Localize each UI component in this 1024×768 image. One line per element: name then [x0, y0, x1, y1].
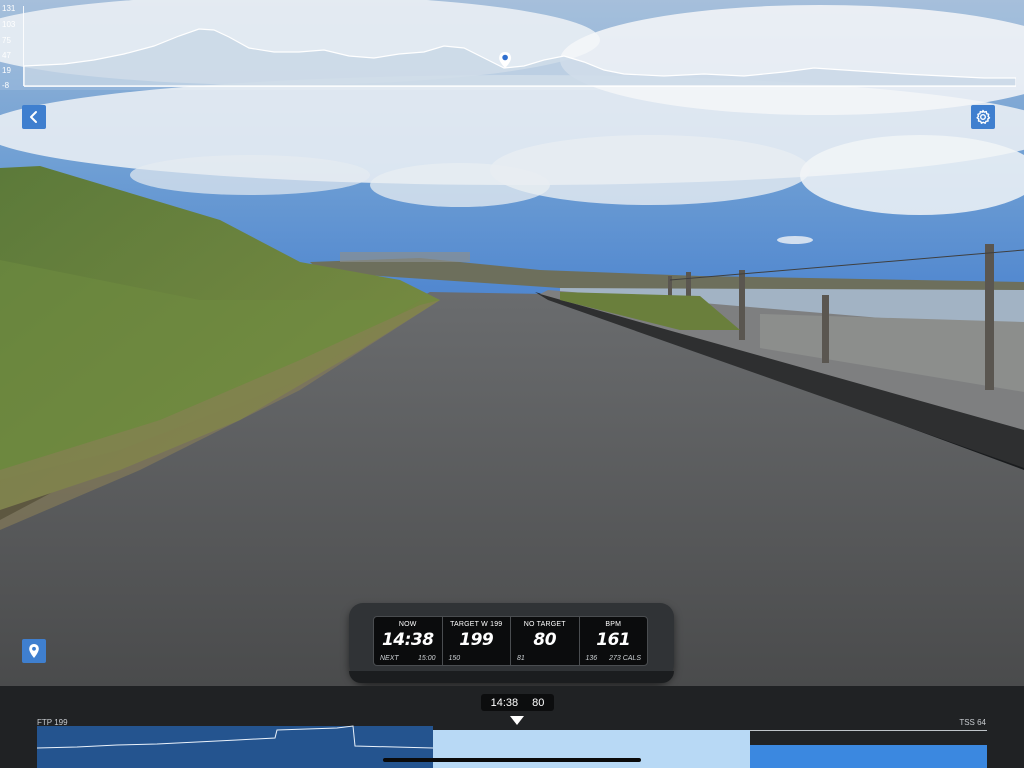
heart-rate-sub-value: 136 [585, 655, 598, 662]
hud-base [349, 671, 674, 683]
hud-screen: NOW 14:38 NEXT 15:00 TARGET W 199 199 15… [373, 616, 648, 666]
bike-computer-hud: NOW 14:38 NEXT 15:00 TARGET W 199 199 15… [349, 603, 674, 683]
gear-icon [976, 109, 991, 124]
elevation-profile: 131 103 75 47 19 -8 [0, 0, 1024, 90]
elevation-axis-ticks: 131 103 75 47 19 -8 [2, 0, 24, 90]
elevation-tick: 19 [2, 66, 11, 75]
time-value: 14:38 [381, 630, 434, 650]
power-sub-value: 150 [448, 655, 461, 662]
elevation-tick: -8 [2, 81, 10, 90]
elevation-profile-area [24, 28, 1016, 87]
next-label: NEXT [380, 655, 399, 662]
ride-video-scene: 131 103 75 47 19 -8 NOW 14:38 NEXT 15:00… [0, 0, 1024, 686]
map-pin-icon [499, 52, 512, 68]
cadence-sub-value: 81 [517, 655, 525, 662]
back-button[interactable] [22, 105, 46, 129]
elevation-tick: 47 [2, 51, 11, 60]
heart-rate-value: 161 [596, 630, 631, 650]
settings-button[interactable] [971, 105, 995, 129]
completed-interval [37, 726, 433, 768]
hud-cell-power: TARGET W 199 199 150 [443, 617, 511, 665]
hud-cell-heart-rate: BPM 161 136 273 CALS [580, 617, 648, 665]
cadence-target-label: NO TARGET [523, 621, 566, 628]
cadence-value: 80 [533, 630, 557, 650]
map-button[interactable] [22, 639, 46, 663]
current-interval [433, 730, 750, 768]
workout-timeline-panel: 14:38 80 FTP 199 TSS 64 [0, 686, 1024, 768]
road-scene-illustration [0, 0, 1024, 686]
next-value: 15:00 [417, 655, 436, 662]
workout-interval-chart[interactable] [37, 686, 987, 768]
power-target-label: TARGET W 199 [450, 621, 503, 628]
elevation-tick: 75 [2, 36, 11, 45]
hud-cell-cadence: NO TARGET 80 81 [511, 617, 580, 665]
elevation-baseline [24, 86, 1016, 87]
time-label: NOW [398, 621, 417, 628]
location-pin-icon [29, 644, 39, 658]
chevron-left-icon [30, 111, 37, 123]
elevation-tick: 131 [2, 4, 16, 13]
scrubber-handle[interactable] [383, 758, 641, 762]
power-value: 199 [459, 630, 494, 650]
heart-rate-label: BPM [605, 621, 622, 628]
elevation-tick: 103 [2, 20, 16, 29]
calories-value: 273 CALS [609, 655, 641, 662]
elevation-chart[interactable] [24, 0, 1016, 90]
upcoming-interval [750, 745, 987, 768]
hud-cell-time: NOW 14:38 NEXT 15:00 [374, 617, 443, 665]
